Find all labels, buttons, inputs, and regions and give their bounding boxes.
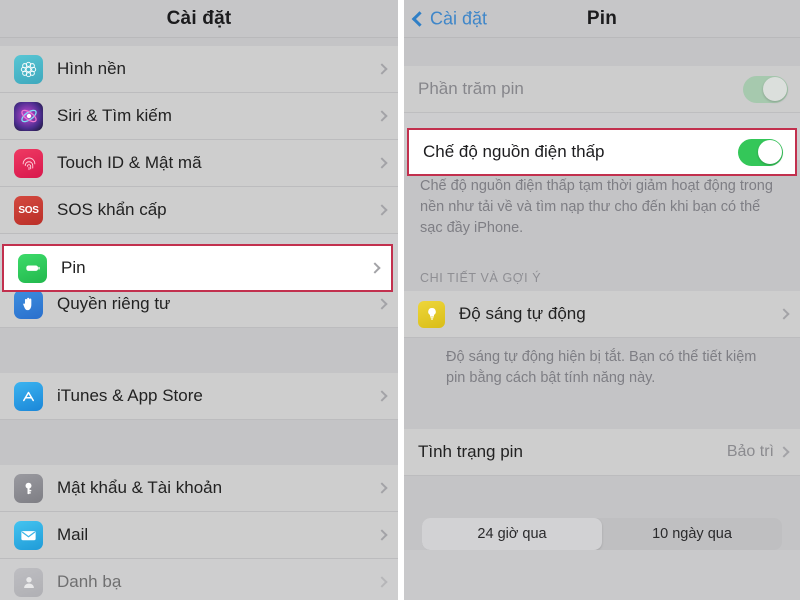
settings-group-3: Mật khẩu & Tài khoản Mail Danh bạ (0, 465, 398, 600)
toggle-knob (762, 77, 787, 101)
chevron-right-icon (376, 529, 388, 541)
contacts-icon (14, 567, 43, 597)
privacy-hand-icon (14, 289, 43, 319)
sidebar-item-label: Quyền riêng tư (57, 294, 171, 313)
sidebar-item-label: Danh bạ (57, 572, 122, 591)
settings-screen: Cài đặt Hình nền Siri & Tìm kiếm Touch I… (0, 0, 398, 600)
dual-screenshot-container: Cài đặt Hình nền Siri & Tìm kiếm Touch I… (0, 0, 800, 600)
auto-brightness-label: Độ sáng tự động (459, 304, 586, 324)
sidebar-item-itunes-app-store[interactable]: iTunes & App Store (0, 373, 398, 420)
touch-id-icon (14, 148, 43, 178)
back-button-label: Cài đặt (430, 8, 488, 28)
sidebar-item-label: Siri & Tìm kiếm (57, 106, 172, 125)
segment-last-10-days[interactable]: 10 ngày qua (602, 518, 782, 550)
low-power-mode-row-highlighted[interactable]: Chế độ nguồn điện thấp (407, 128, 797, 176)
sidebar-item-label: Hình nền (57, 59, 126, 78)
sidebar-item-wallpaper[interactable]: Hình nền (0, 46, 398, 93)
wallpaper-icon (14, 54, 43, 84)
details-section-header: CHI TIẾT VÀ GỢI Ý (404, 253, 800, 292)
sidebar-item-label: Mật khẩu & Tài khoản (57, 478, 223, 497)
chevron-right-icon (376, 390, 388, 402)
battery-health-group: Tình trạng pin Bảo trì (404, 429, 800, 477)
toggle-knob (757, 140, 782, 164)
chevron-right-icon (376, 298, 388, 310)
auto-brightness-footnote: Độ sáng tự động hiện bị tắt. Bạn có thể … (404, 338, 800, 404)
battery-health-row[interactable]: Tình trạng pin Bảo trì (404, 429, 800, 477)
sidebar-item-label: Mail (57, 525, 89, 544)
usage-period-segmented-control[interactable]: 24 giờ qua 10 ngày qua (422, 518, 782, 551)
left-navbar: Cài đặt (0, 0, 398, 38)
sidebar-item-label: Touch ID & Mật mã (57, 153, 202, 172)
segment-last-24-hours[interactable]: 24 giờ qua (422, 518, 602, 551)
low-power-mode-label: Chế độ nguồn điện thấp (423, 142, 605, 161)
low-power-mode-toggle[interactable] (738, 138, 783, 166)
sidebar-item-passwords-accounts[interactable]: Mật khẩu & Tài khoản (0, 465, 398, 512)
segment-spacer (404, 476, 800, 505)
sidebar-item-emergency-sos[interactable]: SOS SOS khẩn cấp (0, 187, 398, 234)
back-button[interactable]: Cài đặt (411, 8, 488, 29)
sidebar-item-mail[interactable]: Mail (0, 512, 398, 559)
mail-icon (14, 520, 43, 550)
chevron-right-icon (369, 262, 381, 274)
top-spacer (404, 38, 800, 66)
chevron-right-icon (778, 308, 790, 320)
chevron-right-icon (376, 110, 388, 122)
chevron-left-icon (411, 10, 428, 27)
page-title: Pin (586, 7, 618, 29)
battery-health-spacer (404, 403, 800, 430)
sidebar-item-siri-search[interactable]: Siri & Tìm kiếm (0, 93, 398, 140)
sidebar-item-label: iTunes & App Store (57, 386, 203, 405)
sidebar-item-touch-id[interactable]: Touch ID & Mật mã (0, 140, 398, 187)
battery-percentage-label: Phần trăm pin (418, 79, 524, 98)
list-top-spacer (0, 38, 398, 46)
chevron-right-icon (376, 576, 388, 588)
sos-icon: SOS (14, 195, 43, 225)
chevron-right-icon (778, 446, 790, 458)
siri-icon (14, 101, 43, 131)
sidebar-item-label: SOS khẩn cấp (57, 200, 167, 219)
usage-period-control-wrap: 24 giờ qua 10 ngày qua (404, 504, 800, 551)
page-title: Cài đặt (166, 7, 232, 29)
chevron-right-icon (376, 482, 388, 494)
chevron-right-icon (376, 204, 388, 216)
group-spacer-2 (0, 420, 398, 465)
chevron-right-icon (376, 63, 388, 75)
sidebar-item-contacts[interactable]: Danh bạ (0, 559, 398, 600)
sidebar-item-label: Pin (61, 258, 86, 277)
lightbulb-icon (418, 300, 445, 328)
chevron-right-icon (376, 157, 388, 169)
battery-health-value: Bảo trì (726, 443, 774, 461)
group-spacer-1 (0, 328, 398, 373)
battery-percentage-row[interactable]: Phần trăm pin (404, 66, 800, 113)
battery-health-label: Tình trạng pin (418, 442, 523, 462)
battery-percentage-toggle[interactable] (743, 75, 788, 103)
battery-icon (18, 253, 47, 283)
battery-screen: Cài đặt Pin Phần trăm pin Chế độ nguồn đ… (404, 0, 800, 600)
auto-brightness-group: Độ sáng tự động (404, 291, 800, 339)
sidebar-item-battery-highlighted[interactable]: Pin (2, 244, 393, 292)
key-icon (14, 473, 43, 503)
auto-brightness-row[interactable]: Độ sáng tự động (404, 291, 800, 339)
right-navbar: Cài đặt Pin (404, 0, 800, 38)
app-store-icon (14, 381, 43, 411)
settings-group-2: iTunes & App Store (0, 373, 398, 420)
